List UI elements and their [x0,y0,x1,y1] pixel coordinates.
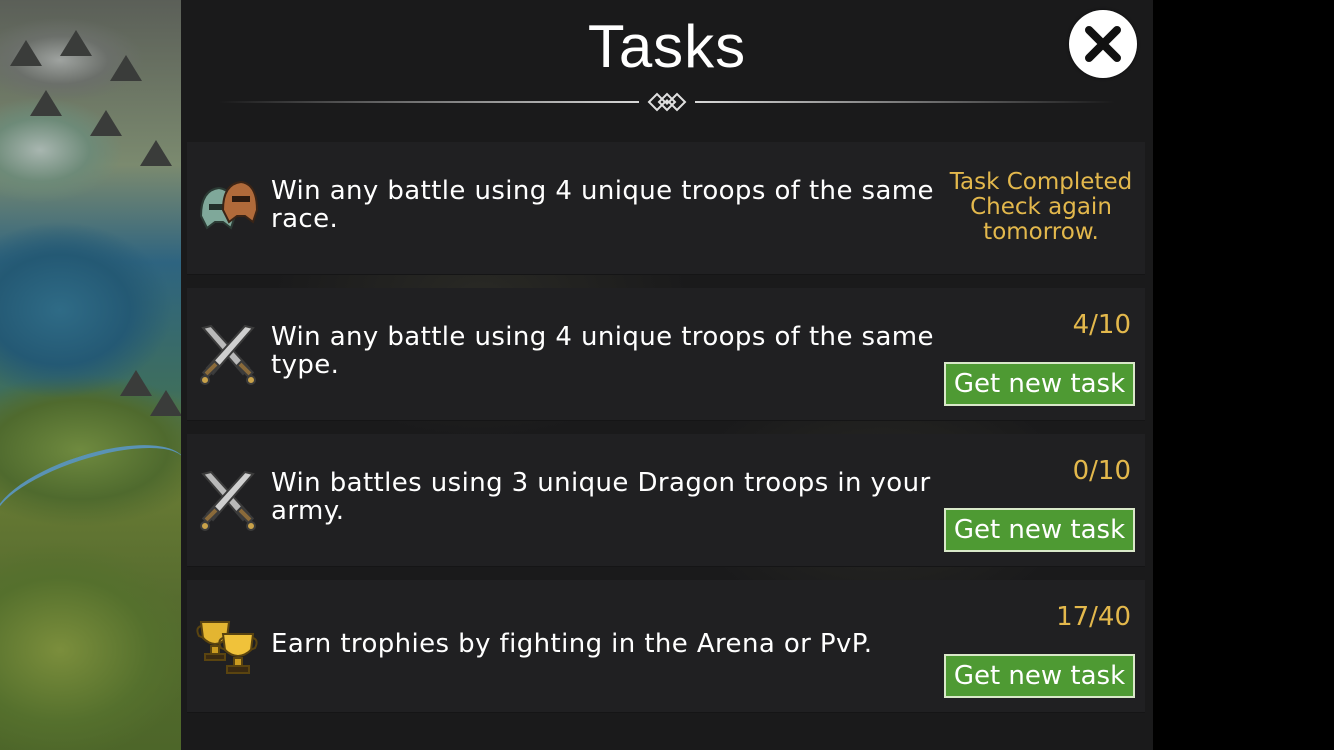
crossed-swords-icon [200,324,256,385]
world-map-background [0,0,181,750]
title-divider [219,92,1115,112]
get-new-task-button[interactable]: Get new task [944,508,1135,552]
close-icon [1085,26,1121,62]
tasks-panel: Tasks Win any battle using 4 unique troo… [181,0,1153,750]
crossed-swords-icon [200,470,256,531]
letterbox-right [1153,0,1334,750]
page-title: Tasks [587,13,747,80]
get-new-task-button[interactable]: Get new task [944,362,1135,406]
task-description: Earn trophies by fighting in the Arena o… [271,629,873,659]
helmets-icon [199,180,259,230]
task-description: Win any battle using 4 unique troops of … [271,322,934,380]
task-progress: 17/40 [1056,602,1131,632]
task-completed-status: Task Completed Check again tomorrow. [937,170,1145,245]
status-line: tomorrow. [983,219,1099,245]
diamond-ornament-icon [647,92,687,112]
get-new-task-button[interactable]: Get new task [944,654,1135,698]
task-row: Win any battle using 4 unique troops of … [187,288,1145,421]
close-button[interactable] [1069,10,1137,78]
task-description: Win any battle using 4 unique troops of … [271,176,934,234]
task-row: Win any battle using 4 unique troops of … [187,142,1145,275]
task-row: Win battles using 3 unique Dragon troops… [187,434,1145,567]
task-description: Win battles using 3 unique Dragon troops… [271,468,931,526]
status-line: Task Completed [949,169,1133,195]
trophies-icon [196,621,258,674]
task-progress: 4/10 [1072,310,1131,340]
status-line: Check again [970,194,1112,220]
task-row: Earn trophies by fighting in the Arena o… [187,580,1145,713]
task-progress: 0/10 [1072,456,1131,486]
